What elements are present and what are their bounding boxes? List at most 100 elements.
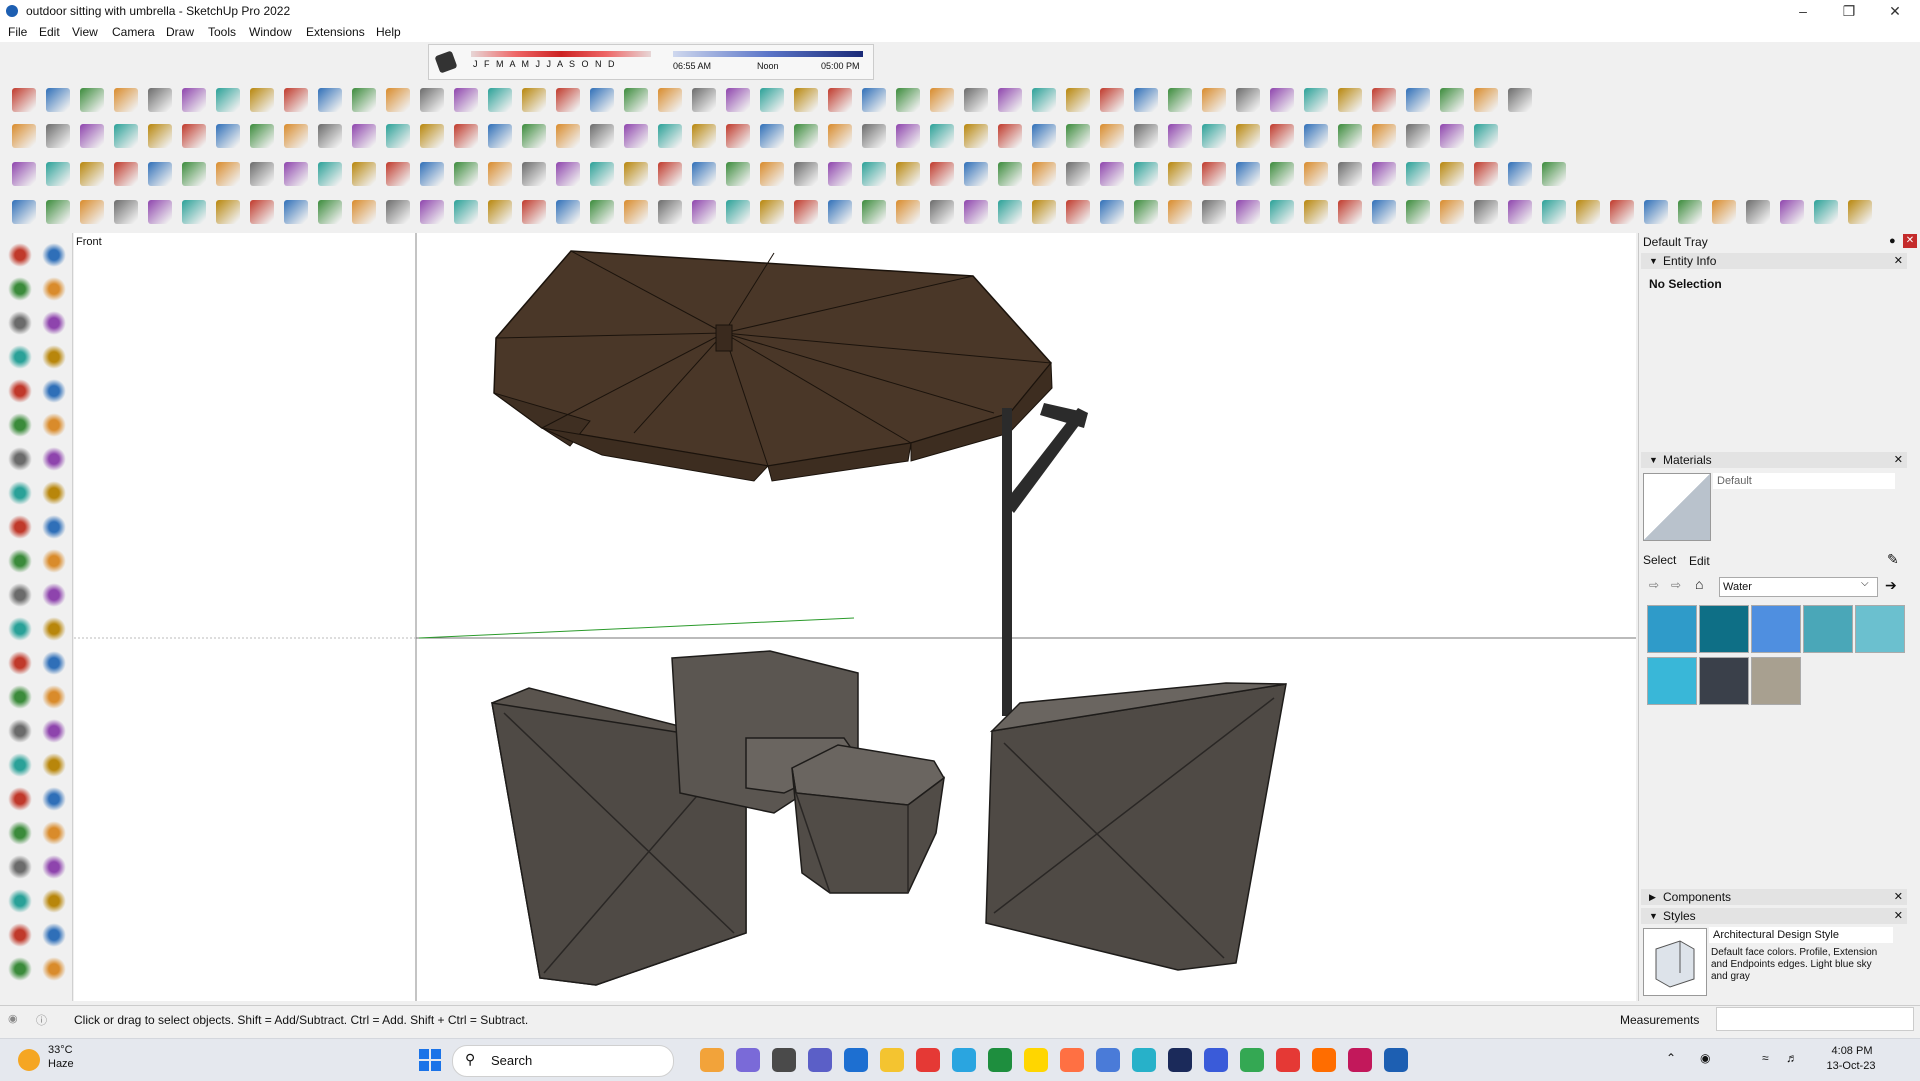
taskbar-app-icon[interactable]	[952, 1048, 976, 1072]
toolbar-tool-icon[interactable]	[1474, 88, 1498, 112]
toolbar-tool-icon[interactable]	[1236, 200, 1260, 224]
taskbar-app-icon[interactable]	[808, 1048, 832, 1072]
toolbar-tool-icon[interactable]	[930, 200, 954, 224]
toolbar-tool-icon[interactable]	[998, 200, 1022, 224]
toolbar-tool-icon[interactable]	[658, 88, 682, 112]
drawing-tool-icon[interactable]	[8, 243, 32, 267]
toolbar-tool-icon[interactable]	[1100, 124, 1124, 148]
toolbar-tool-icon[interactable]	[182, 124, 206, 148]
toolbar-tool-icon[interactable]	[1848, 200, 1872, 224]
drawing-tool-icon[interactable]	[42, 753, 66, 777]
drawing-tool-icon[interactable]	[8, 617, 32, 641]
toolbar-tool-icon[interactable]	[454, 88, 478, 112]
toolbar-tool-icon[interactable]	[12, 124, 36, 148]
drawing-tool-icon[interactable]	[42, 447, 66, 471]
toolbar-tool-icon[interactable]	[1202, 124, 1226, 148]
toolbar-tool-icon[interactable]	[216, 162, 240, 186]
toolbar-tool-icon[interactable]	[318, 162, 342, 186]
drawing-tool-icon[interactable]	[8, 345, 32, 369]
geo-location-icon[interactable]: ◉	[8, 1012, 18, 1025]
toolbar-tool-icon[interactable]	[148, 200, 172, 224]
toolbar-tool-icon[interactable]	[1202, 88, 1226, 112]
toolbar-tool-icon[interactable]	[148, 124, 172, 148]
toolbar-tool-icon[interactable]	[930, 162, 954, 186]
toolbar-tool-icon[interactable]	[964, 88, 988, 112]
volume-icon[interactable]: ♬	[1786, 1051, 1798, 1065]
menu-extensions[interactable]: Extensions	[306, 25, 365, 39]
toolbar-tool-icon[interactable]	[420, 124, 444, 148]
toolbar-tool-icon[interactable]	[1236, 88, 1260, 112]
toolbar-tool-icon[interactable]	[930, 124, 954, 148]
toolbar-tool-icon[interactable]	[1236, 162, 1260, 186]
toolbar-tool-icon[interactable]	[998, 88, 1022, 112]
minimize-icon[interactable]: –	[1780, 0, 1826, 22]
toolbar-tool-icon[interactable]	[454, 200, 478, 224]
toolbar-tool-icon[interactable]	[1440, 88, 1464, 112]
drawing-tool-icon[interactable]	[42, 651, 66, 675]
toolbar-tool-icon[interactable]	[760, 162, 784, 186]
toolbar-tool-icon[interactable]	[80, 88, 104, 112]
toolbar-tool-icon[interactable]	[862, 88, 886, 112]
toolbar-tool-icon[interactable]	[692, 88, 716, 112]
toolbar-tool-icon[interactable]	[318, 200, 342, 224]
taskbar-app-icon[interactable]	[1096, 1048, 1120, 1072]
style-name-field[interactable]: Architectural Design Style	[1709, 927, 1893, 943]
toolbar-tool-icon[interactable]	[828, 162, 852, 186]
menu-tools[interactable]: Tools	[208, 25, 236, 39]
drawing-tool-icon[interactable]	[42, 345, 66, 369]
toolbar-tool-icon[interactable]	[114, 88, 138, 112]
toolbar-tool-icon[interactable]	[1372, 162, 1396, 186]
toolbar-tool-icon[interactable]	[46, 88, 70, 112]
toolbar-tool-icon[interactable]	[352, 162, 376, 186]
toolbar-tool-icon[interactable]	[1644, 200, 1668, 224]
toolbar-tool-icon[interactable]	[1066, 88, 1090, 112]
toolbar-tool-icon[interactable]	[250, 200, 274, 224]
drawing-tool-icon[interactable]	[8, 651, 32, 675]
toolbar-tool-icon[interactable]	[12, 88, 36, 112]
materials-header[interactable]: ▼ Materials ✕	[1641, 452, 1907, 468]
drawing-tool-icon[interactable]	[42, 413, 66, 437]
toolbar-tool-icon[interactable]	[896, 88, 920, 112]
toolbar-tool-icon[interactable]	[1474, 162, 1498, 186]
drawing-tool-icon[interactable]	[8, 413, 32, 437]
drawing-tool-icon[interactable]	[8, 685, 32, 709]
toolbar-tool-icon[interactable]	[692, 162, 716, 186]
taskbar-app-icon[interactable]	[1024, 1048, 1048, 1072]
drawing-tool-icon[interactable]	[42, 277, 66, 301]
entity-info-header[interactable]: ▼ Entity Info ✕	[1641, 253, 1907, 269]
toolbar-tool-icon[interactable]	[420, 162, 444, 186]
material-swatch[interactable]	[1751, 605, 1801, 653]
toolbar-tool-icon[interactable]	[1338, 200, 1362, 224]
toolbar-tool-icon[interactable]	[1338, 124, 1362, 148]
taskbar-app-icon[interactable]	[880, 1048, 904, 1072]
drawing-tool-icon[interactable]	[8, 889, 32, 913]
toolbar-tool-icon[interactable]	[760, 200, 784, 224]
toolbar-tool-icon[interactable]	[148, 162, 172, 186]
toolbar-tool-icon[interactable]	[284, 124, 308, 148]
toolbar-tool-icon[interactable]	[726, 200, 750, 224]
taskbar-app-icon[interactable]	[1132, 1048, 1156, 1072]
toolbar-tool-icon[interactable]	[590, 200, 614, 224]
material-swatch[interactable]	[1647, 657, 1697, 705]
taskbar-app-icon[interactable]	[1348, 1048, 1372, 1072]
drawing-tool-icon[interactable]	[42, 481, 66, 505]
toolbar-tool-icon[interactable]	[386, 124, 410, 148]
toolbar-tool-icon[interactable]	[1032, 124, 1056, 148]
maximize-icon[interactable]: ❐	[1826, 0, 1872, 22]
toolbar-tool-icon[interactable]	[80, 200, 104, 224]
toolbar-tool-icon[interactable]	[1406, 162, 1430, 186]
toolbar-tool-icon[interactable]	[1406, 200, 1430, 224]
toolbar-tool-icon[interactable]	[318, 88, 342, 112]
toolbar-tool-icon[interactable]	[216, 88, 240, 112]
toolbar-tool-icon[interactable]	[522, 162, 546, 186]
home-icon[interactable]: ⌂	[1695, 576, 1703, 592]
toolbar-tool-icon[interactable]	[12, 200, 36, 224]
menu-camera[interactable]: Camera	[112, 25, 155, 39]
drawing-tool-icon[interactable]	[42, 957, 66, 981]
toolbar-tool-icon[interactable]	[692, 124, 716, 148]
toolbar-tool-icon[interactable]	[862, 162, 886, 186]
toolbar-tool-icon[interactable]	[352, 88, 376, 112]
toolbar-tool-icon[interactable]	[1270, 124, 1294, 148]
toolbar-tool-icon[interactable]	[624, 162, 648, 186]
toolbar-tool-icon[interactable]	[998, 162, 1022, 186]
